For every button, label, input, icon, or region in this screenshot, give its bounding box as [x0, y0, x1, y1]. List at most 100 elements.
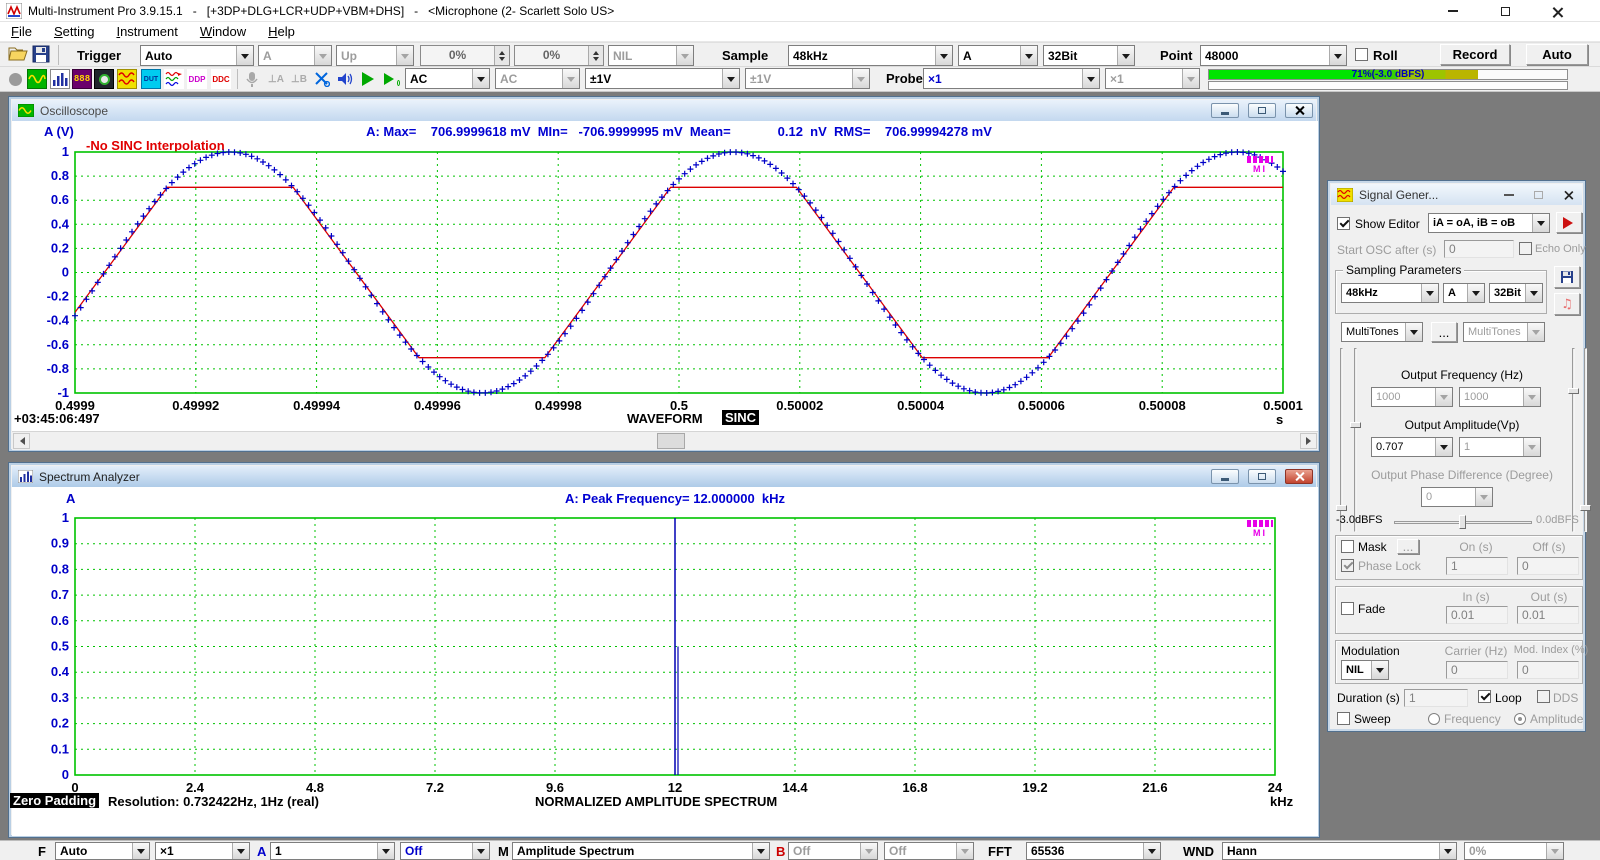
chevron-down-icon[interactable] — [472, 69, 489, 88]
menu-help[interactable]: Help — [257, 24, 306, 39]
menu-setting[interactable]: Setting — [43, 24, 105, 39]
save-icon[interactable] — [32, 45, 50, 63]
oscilloscope-close-button[interactable] — [1285, 103, 1313, 118]
slider-thumb[interactable] — [1336, 505, 1347, 511]
menu-window[interactable]: Window — [189, 24, 257, 39]
chevron-down-icon[interactable] — [232, 843, 249, 859]
modulation-select[interactable]: NIL — [1341, 660, 1389, 680]
generator-channel-select[interactable]: A — [1443, 283, 1485, 303]
show-editor-checkbox[interactable] — [1337, 217, 1350, 230]
sinc-badge[interactable]: SINC — [722, 410, 759, 425]
chevron-down-icon[interactable] — [1082, 69, 1099, 88]
run-icon[interactable] — [358, 69, 378, 89]
slider-thumb[interactable] — [1459, 515, 1466, 529]
sample-channel-select[interactable]: A — [958, 45, 1038, 66]
ddp-viewer-icon[interactable]: DDP — [187, 69, 207, 89]
routing-select[interactable]: iA = oA, iB = oB — [1428, 213, 1550, 233]
roll-checkbox[interactable] — [1355, 48, 1368, 61]
chevron-down-icon[interactable] — [1421, 284, 1438, 302]
auto-button[interactable]: Auto — [1526, 44, 1588, 65]
bit-depth-select[interactable]: 32Bit — [1043, 45, 1135, 66]
spinner-arrows-icon[interactable] — [588, 46, 603, 65]
oscilloscope-titlebar[interactable]: Oscilloscope — [12, 100, 1316, 121]
chevron-down-icon[interactable] — [472, 843, 489, 859]
app-close-button[interactable] — [1540, 3, 1574, 19]
device-test-plan-icon[interactable] — [94, 69, 114, 89]
chevron-down-icon[interactable] — [722, 69, 739, 88]
trigger-mode-select[interactable]: Auto — [140, 45, 254, 66]
range-a-select[interactable]: ±1V — [585, 68, 740, 89]
spectrum-restore-button[interactable] — [1248, 469, 1276, 484]
amplitude-slider-a[interactable] — [1354, 348, 1357, 532]
menu-file[interactable]: File — [0, 24, 43, 39]
signal-generator-icon[interactable] — [117, 69, 137, 89]
chevron-down-icon[interactable] — [1405, 323, 1422, 341]
multimeter-icon[interactable]: 888 — [72, 69, 92, 89]
chevron-down-icon[interactable] — [1467, 284, 1484, 302]
oscilloscope-minimize-button[interactable] — [1211, 103, 1239, 118]
chevron-down-icon[interactable] — [935, 46, 952, 65]
scroll-right-button[interactable] — [1300, 433, 1317, 449]
loop-checkbox[interactable] — [1478, 690, 1491, 703]
chevron-down-icon[interactable] — [1525, 284, 1542, 302]
dut-icon[interactable]: DUT — [141, 69, 161, 89]
run-loop-icon[interactable] — [380, 69, 400, 89]
slider-thumb[interactable] — [1568, 388, 1579, 394]
fft-size-select[interactable]: 65536 — [1026, 842, 1161, 860]
generator-close-button[interactable] — [1564, 190, 1573, 199]
ddc-icon[interactable]: DDC — [211, 69, 231, 89]
fade-checkbox[interactable] — [1341, 602, 1354, 615]
zoom-select[interactable]: ×1 — [155, 842, 250, 860]
slider-thumb[interactable] — [1350, 422, 1361, 428]
generator-run-button[interactable] — [1556, 212, 1582, 233]
chevron-down-icon[interactable] — [236, 46, 253, 65]
oscilloscope-hscrollbar[interactable] — [12, 431, 1318, 450]
open-file-icon[interactable] — [8, 45, 28, 63]
probe-a-select[interactable]: ×1 — [923, 68, 1100, 89]
app-minimize-button[interactable] — [1436, 3, 1470, 19]
trigger-delay-spinner[interactable]: 0% — [514, 45, 604, 66]
coupling-a-select[interactable]: AC — [405, 68, 490, 89]
math-a-select[interactable]: Off — [400, 842, 490, 860]
generator-preview-button[interactable]: ♫ — [1554, 293, 1580, 315]
scrollbar-thumb[interactable] — [657, 433, 685, 449]
gain-a-select[interactable]: 1 — [270, 842, 395, 860]
oscilloscope-icon[interactable] — [27, 69, 47, 89]
scroll-left-button[interactable] — [13, 433, 30, 449]
app-maximize-button[interactable] — [1488, 3, 1522, 19]
sweep-checkbox[interactable] — [1337, 712, 1350, 725]
amplitude-a-select[interactable]: 0.707 — [1371, 437, 1453, 457]
spectrum-close-button[interactable] — [1285, 469, 1313, 484]
derived-data-point-icon[interactable] — [164, 69, 184, 89]
spectrum-analyzer-icon[interactable] — [50, 69, 70, 89]
generator-bits-select[interactable]: 32Bit — [1489, 283, 1543, 303]
chevron-down-icon[interactable] — [377, 843, 394, 859]
chevron-down-icon[interactable] — [1371, 661, 1388, 679]
spectrum-minimize-button[interactable] — [1211, 469, 1239, 484]
oscilloscope-restore-button[interactable] — [1248, 103, 1276, 118]
trigger-level-spinner[interactable]: 0% — [420, 45, 510, 66]
sound-output-icon[interactable] — [335, 69, 355, 89]
generator-save-button[interactable] — [1554, 266, 1580, 288]
chevron-down-icon[interactable] — [1020, 46, 1037, 65]
generator-minimize-button[interactable] — [1504, 194, 1514, 196]
chevron-down-icon[interactable] — [132, 843, 149, 859]
display-mode-select[interactable]: Auto — [55, 842, 150, 860]
generator-rate-select[interactable]: 48kHz — [1341, 283, 1439, 303]
record-length-select[interactable]: 48000 — [1200, 45, 1347, 66]
waveform-browse-button[interactable]: ... — [1431, 322, 1457, 342]
spinner-arrows-icon[interactable] — [494, 46, 509, 65]
slider-thumb[interactable] — [1580, 505, 1591, 511]
chevron-down-icon[interactable] — [1329, 46, 1346, 65]
zero-padding-badge[interactable]: Zero Padding — [10, 793, 99, 808]
waveform-a-select[interactable]: MultiTones — [1341, 322, 1423, 342]
record-button[interactable]: Record — [1440, 44, 1510, 65]
generator-maximize-button[interactable] — [1534, 191, 1543, 199]
chevron-down-icon[interactable] — [1439, 843, 1456, 859]
chevron-down-icon[interactable] — [1435, 438, 1452, 456]
display-type-select[interactable]: Amplitude Spectrum — [512, 842, 770, 860]
chevron-down-icon[interactable] — [1117, 46, 1134, 65]
chevron-down-icon[interactable] — [1532, 214, 1549, 232]
menu-instrument[interactable]: Instrument — [105, 24, 188, 39]
sample-rate-select[interactable]: 48kHz — [788, 45, 953, 66]
